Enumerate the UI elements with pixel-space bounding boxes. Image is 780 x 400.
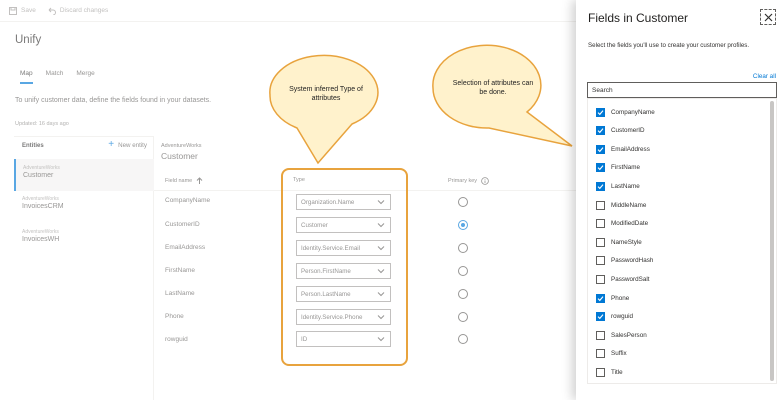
clear-all-link[interactable]: Clear all [753,73,776,80]
field-checkbox-label: rowguid [611,313,634,321]
field-checkbox-label: Suffix [611,350,627,358]
field-checkbox-label: Phone [611,294,630,302]
search-placeholder: Search [592,86,613,94]
checkmark-icon [597,314,604,320]
field-checkbox-item[interactable]: Title [596,365,623,379]
checkmark-icon [597,165,604,171]
field-checkbox-item[interactable]: CompanyName [596,105,655,119]
type-highlight-box [281,168,408,366]
checkbox[interactable] [596,163,605,173]
type-annotation-text: System inferred Type of attributes [289,86,363,102]
close-button[interactable] [760,9,776,25]
field-checkbox-label: PasswordHash [611,257,654,265]
field-checkbox-item[interactable]: PasswordSalt [596,272,650,286]
checkbox[interactable] [596,312,605,322]
panel-subtitle: Select the fields you'll use to create y… [588,42,750,49]
field-checkbox-label: NameStyle [611,238,642,246]
fields-panel: Fields in Customer Select the fields you… [576,0,780,400]
field-checkbox-item[interactable]: NameStyle [596,235,642,249]
field-checkbox-label: EmailAddress [611,145,650,153]
checkmark-icon [597,295,604,301]
field-checkbox-label: LastName [611,182,640,190]
checkmark-icon [597,146,604,152]
field-checkbox-label: ModifiedDate [611,220,649,228]
checkbox[interactable] [596,219,605,229]
field-checkbox-item[interactable]: rowguid [596,310,633,324]
checkbox[interactable] [596,330,605,340]
field-checkbox-item[interactable]: Phone [596,291,629,305]
checkbox[interactable] [596,367,605,377]
checkmark-icon [597,109,604,115]
checkbox[interactable] [596,237,605,247]
field-checkbox-item[interactable]: ModifiedDate [596,217,648,231]
checkbox[interactable] [596,144,605,154]
selection-annotation-text: Selection of attributes can be done. [452,80,534,96]
field-checkbox-label: CustomerID [611,127,645,135]
field-checkbox-item[interactable]: PasswordHash [596,254,653,268]
checkbox[interactable] [596,274,605,284]
field-checkbox-label: MiddleName [611,201,647,209]
field-checkbox-label: PasswordSalt [611,275,650,283]
checkmark-icon [597,184,604,190]
type-annotation-bubble [269,54,379,165]
scrollbar[interactable] [770,101,774,381]
checkmark-icon [597,128,604,134]
checkbox[interactable] [596,293,605,303]
panel-title: Fields in Customer [588,11,689,25]
field-checkbox-item[interactable]: EmailAddress [596,142,650,156]
field-checkbox-label: FirstName [611,164,641,172]
field-checkbox-item[interactable]: MiddleName [596,198,646,212]
field-checkbox-item[interactable]: CustomerID [596,124,645,138]
field-checkbox-item[interactable]: Suffix [596,347,627,361]
field-checkbox-item[interactable]: FirstName [596,161,640,175]
search-input[interactable]: Search [587,82,777,98]
field-checkbox-label: CompanyName [611,108,655,116]
checkbox[interactable] [596,107,605,117]
checkbox[interactable] [596,349,605,359]
close-icon [764,13,772,21]
field-checkbox-item[interactable]: LastName [596,179,640,193]
checkbox[interactable] [596,200,605,210]
field-checkbox-label: Title [611,368,623,376]
field-checkbox-list: CompanyName CustomerID EmailAddress FirstNa… [587,98,777,384]
checkbox[interactable] [596,126,605,136]
checkbox[interactable] [596,181,605,191]
field-checkbox-item[interactable]: SalesPerson [596,328,647,342]
checkbox[interactable] [596,256,605,266]
field-checkbox-label: SalesPerson [611,331,647,339]
